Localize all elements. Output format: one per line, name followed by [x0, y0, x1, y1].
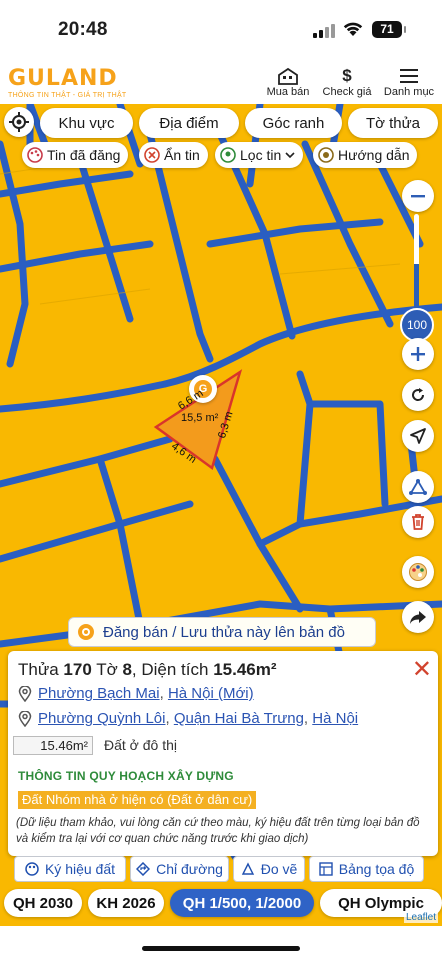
post-plot-button[interactable]: Đăng bán / Lưu thửa này lên bản đồ — [68, 617, 376, 647]
nav-buy-sell-button[interactable]: Mua bán — [264, 66, 312, 98]
share-button[interactable] — [402, 601, 434, 633]
hamburger-menu-icon — [400, 69, 418, 83]
draw-shape-icon — [241, 862, 254, 875]
wifi-icon — [343, 22, 363, 36]
area-prefix: , Diện tích — [131, 660, 214, 679]
nav-buy-sell-label: Mua bán — [266, 86, 310, 98]
planning-section-title: THÔNG TIN QUY HOẠCH XÂY DỰNG — [18, 769, 234, 783]
chevron-down-icon — [285, 152, 295, 159]
guide-icon — [318, 147, 334, 163]
minus-icon — [411, 195, 425, 198]
directions-label: Chỉ đường — [156, 861, 223, 877]
directions-button[interactable]: Chỉ đường — [130, 856, 229, 882]
navigate-button[interactable] — [402, 420, 434, 452]
address-new-ward-link[interactable]: Phường Bạch Mai — [38, 685, 160, 702]
zoom-out-button[interactable] — [402, 180, 434, 212]
location-pin-icon — [18, 685, 32, 702]
sheet-prefix: Tờ — [91, 660, 123, 679]
location-pin-icon — [220, 147, 236, 163]
address-new-city-link[interactable]: Hà Nội (Mới) — [168, 685, 254, 702]
filter-area-button[interactable]: Khu vực — [40, 108, 133, 138]
area-value-box: 15.46m² — [13, 736, 93, 755]
address-old-ward-link[interactable]: Phường Quỳnh Lôi — [38, 710, 165, 727]
app-header: GULAND THÔNG TIN THẬT - GIÁ TRỊ THẬT Mua… — [0, 60, 442, 104]
land-legend-label: Ký hiệu đất — [44, 861, 116, 877]
brand-logo[interactable]: GULAND THÔNG TIN THẬT - GIÁ TRỊ THẬT — [8, 66, 127, 99]
filter-location-button[interactable]: Địa điểm — [139, 108, 239, 138]
tab-kh-2026[interactable]: KH 2026 — [88, 889, 164, 917]
home-indicator[interactable] — [142, 946, 300, 951]
nav-check-price-button[interactable]: $ Check giá — [320, 66, 374, 98]
map-style-button[interactable] — [402, 556, 434, 588]
zoom-level-indicator[interactable]: 100 — [400, 308, 434, 342]
plot-area: 15.46m² — [213, 660, 277, 679]
coordinate-table-label: Bảng tọa độ — [338, 861, 415, 877]
nav-menu-button[interactable]: Danh mục — [382, 66, 436, 98]
close-panel-button[interactable]: ✕ — [412, 655, 432, 683]
dollar-icon: $ — [342, 66, 352, 85]
filter-corner-button[interactable]: Góc ranh — [245, 108, 342, 138]
palette-icon — [27, 147, 43, 163]
nav-check-price-label: Check giá — [322, 86, 372, 98]
navigation-arrow-icon — [410, 428, 426, 444]
guland-pin-icon — [78, 624, 94, 640]
brand-name: GULAND — [8, 66, 118, 91]
plot-title: Thửa 170 Tờ 8, Diện tích 15.46m² — [18, 660, 277, 680]
status-bar: 20:48 71 — [0, 0, 442, 60]
battery-indicator: 71 — [372, 21, 406, 38]
cellular-signal-icon — [313, 24, 335, 38]
coordinate-table-button[interactable]: Bảng tọa độ — [309, 856, 424, 882]
close-icon: ✕ — [411, 655, 432, 683]
draw-tool-button[interactable] — [402, 471, 434, 503]
measure-button[interactable]: Đo vẽ — [233, 856, 305, 882]
tab-qh-2030[interactable]: QH 2030 — [4, 889, 82, 917]
plot-number: 170 — [63, 660, 92, 679]
plus-icon — [411, 347, 425, 361]
filter-listings-chip[interactable]: Lọc tin — [215, 142, 304, 168]
brand-tagline: THÔNG TIN THẬT - GIÁ TRỊ THẬT — [8, 92, 127, 99]
status-time: 20:48 — [58, 19, 108, 40]
zoom-in-button[interactable] — [402, 338, 434, 370]
directions-icon — [136, 862, 151, 876]
parcel-area-label: 15,5 m² — [181, 412, 219, 424]
disclaimer-note: (Dữ liệu tham khảo, vui lòng căn cứ theo… — [16, 817, 420, 845]
table-icon — [319, 862, 333, 876]
hide-listings-label: Ẩn tin — [164, 147, 200, 163]
house-icon — [278, 67, 298, 85]
zone-badge: Đất Nhóm nhà ở hiện có (Đất ở dân cư) — [18, 791, 257, 809]
draw-shape-icon — [409, 479, 427, 495]
filter-listings-label: Lọc tin — [240, 147, 282, 163]
tab-qh-1-500[interactable]: QH 1/500, 1/2000 — [170, 889, 314, 917]
measure-label: Đo vẽ — [260, 861, 298, 877]
share-arrow-icon — [410, 611, 426, 624]
leaflet-attribution-link[interactable]: Leaflet — [404, 912, 439, 923]
hide-listings-chip[interactable]: Ẩn tin — [139, 142, 208, 168]
land-type: Đất ở đô thị — [104, 737, 177, 753]
filter-sheet-plot-button[interactable]: Tờ thửa — [348, 108, 438, 138]
location-pin-icon — [18, 710, 32, 727]
address-old-district-link[interactable]: Quận Hai Bà Trưng — [174, 710, 304, 727]
sheet-number: 8 — [122, 660, 132, 679]
plot-title-prefix: Thửa — [18, 660, 64, 679]
address-old-city-link[interactable]: Hà Nội — [312, 710, 358, 727]
close-circle-icon — [144, 147, 160, 163]
palette-icon — [25, 862, 39, 876]
palette-icon — [409, 563, 427, 581]
posted-listings-chip[interactable]: Tin đã đăng — [22, 142, 129, 168]
address-new: Phường Bạch Mai, Hà Nội (Mới) — [18, 685, 254, 702]
locate-me-button[interactable] — [4, 107, 34, 137]
refresh-icon — [412, 388, 425, 401]
guide-label: Hướng dẫn — [338, 147, 410, 163]
plot-info-panel: Thửa 170 Tờ 8, Diện tích 15.46m² ✕ Phườn… — [8, 651, 438, 856]
delete-drawing-button[interactable] — [402, 506, 434, 538]
posted-listings-label: Tin đã đăng — [47, 147, 121, 163]
address-old: Phường Quỳnh Lôi, Quận Hai Bà Trưng, Hà … — [18, 710, 358, 727]
post-plot-label: Đăng bán / Lưu thửa này lên bản đồ — [103, 623, 345, 641]
nav-menu-label: Danh mục — [383, 86, 435, 98]
land-legend-button[interactable]: Ký hiệu đất — [14, 856, 126, 882]
trash-icon — [412, 514, 424, 530]
guide-chip[interactable]: Hướng dẫn — [313, 142, 418, 168]
refresh-button[interactable] — [402, 379, 434, 411]
crosshair-icon — [9, 112, 29, 132]
